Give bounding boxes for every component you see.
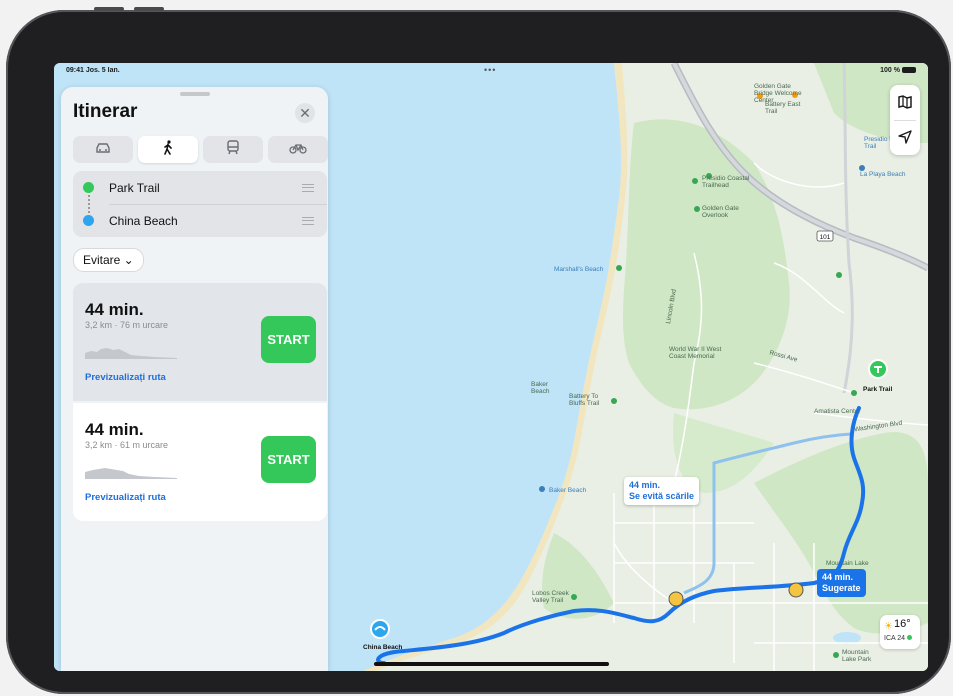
map-label: Mountain Lake [826,560,869,567]
weather-widget[interactable]: ☀ 16° ICA 24 [880,615,920,649]
route-option[interactable]: 44 min. 3,2 km · 61 m urcare START Previ… [73,403,327,521]
divider [894,120,916,121]
map-label: World War II West Coast Memorial [669,346,722,360]
weather-temp: 16° [894,618,911,630]
screen: 101 Golden Gate Bridge Welcome Center Ba… [54,63,928,671]
mode-bike-button[interactable] [268,136,328,163]
map-label: Golden Gate Overlook [702,205,739,219]
destination-dot-icon [83,215,94,226]
reorder-handle-icon[interactable] [302,217,314,225]
route-option[interactable]: 44 min. 3,2 km · 76 m urcare START Previ… [73,283,327,401]
ipad-frame: 101 Golden Gate Bridge Welcome Center Ba… [6,7,951,694]
bike-icon [289,141,307,159]
map-label: Marshall's Beach [554,266,604,273]
map-label: Presidio Coastal Trailhead [702,175,750,189]
avoid-button[interactable]: Evitare ⌄ [73,248,144,272]
callout-note: Se evită scările [629,491,695,501]
elevation-graph [85,468,177,479]
route-time: 44 min. [85,420,144,439]
transport-mode-selector [73,136,328,163]
mode-walk-button[interactable] [138,136,198,163]
svg-text:101: 101 [820,234,831,241]
route-info: 3,2 km · 61 m urcare [85,440,169,450]
start-button[interactable]: START [261,436,316,483]
map-label: Baker Beach [531,381,550,395]
stop-origin[interactable]: Park Trail [73,171,327,204]
directions-panel: Itinerar ✕ Park Trail China Beach Evitar… [61,87,328,671]
map-label: Battery To Bluffs Trail [569,393,600,407]
transit-icon [227,139,239,160]
home-indicator[interactable] [374,662,609,666]
panel-title: Itinerar [73,101,138,122]
car-icon [95,141,111,159]
reorder-handle-icon[interactable] [302,184,314,192]
map-label: Amatista Center [814,408,861,415]
battery-icon [902,67,916,73]
mode-car-button[interactable] [73,136,133,163]
top-button [94,7,124,11]
route-callout-suggested[interactable]: 44 min. Sugerate [817,569,866,597]
map-label: La Playa Beach [860,171,906,178]
weather-aqi: ICA 24 [884,635,913,642]
start-pin-label: Park Trail [863,386,893,393]
origin-dot-icon [83,182,94,193]
close-button[interactable]: ✕ [295,103,315,123]
callout-time: 44 min. [822,572,854,582]
map-label: Baker Beach [549,487,587,494]
callout-note: Sugerate [822,583,861,593]
panel-grabber[interactable] [180,92,210,96]
top-button-2 [134,7,164,11]
map-icon[interactable] [898,95,912,114]
stop-label: Park Trail [109,181,160,195]
status-bar: 09:41 Jos. 5 Ian. ••• 100 % [54,63,928,79]
route-callout-alternate[interactable]: 44 min. Se evită scările [624,477,700,505]
start-pin[interactable]: Park Trail [863,359,892,393]
map-label: Mountain Lake Park [842,649,872,663]
map-label: Lobos Creek Valley Trail [532,590,569,604]
mode-transit-button[interactable] [203,136,263,163]
route-info: 3,2 km · 76 m urcare [85,320,169,330]
map-label: Battery East Trail [765,101,801,115]
route-stops: Park Trail China Beach [73,171,327,237]
start-button[interactable]: START [261,316,316,363]
callout-time: 44 min. [629,480,661,490]
preview-route-link[interactable]: Previzualizați ruta [85,492,166,503]
elevation-graph [85,348,177,359]
walk-icon [162,139,174,160]
end-pin-label: China Beach [363,644,403,651]
end-pin[interactable]: China Beach [363,619,402,651]
status-time: 09:41 Jos. 5 Ian. [66,67,120,74]
stop-label: China Beach [109,214,178,228]
route-time: 44 min. [85,300,144,319]
battery-indicator: 100 % [880,67,916,74]
preview-route-link[interactable]: Previzualizați ruta [85,372,166,383]
stop-destination[interactable]: China Beach [73,204,327,237]
sun-icon: ☀ [884,621,893,632]
map-controls [890,85,920,155]
location-arrow-icon[interactable] [898,130,912,149]
multitask-dots[interactable]: ••• [484,65,496,75]
